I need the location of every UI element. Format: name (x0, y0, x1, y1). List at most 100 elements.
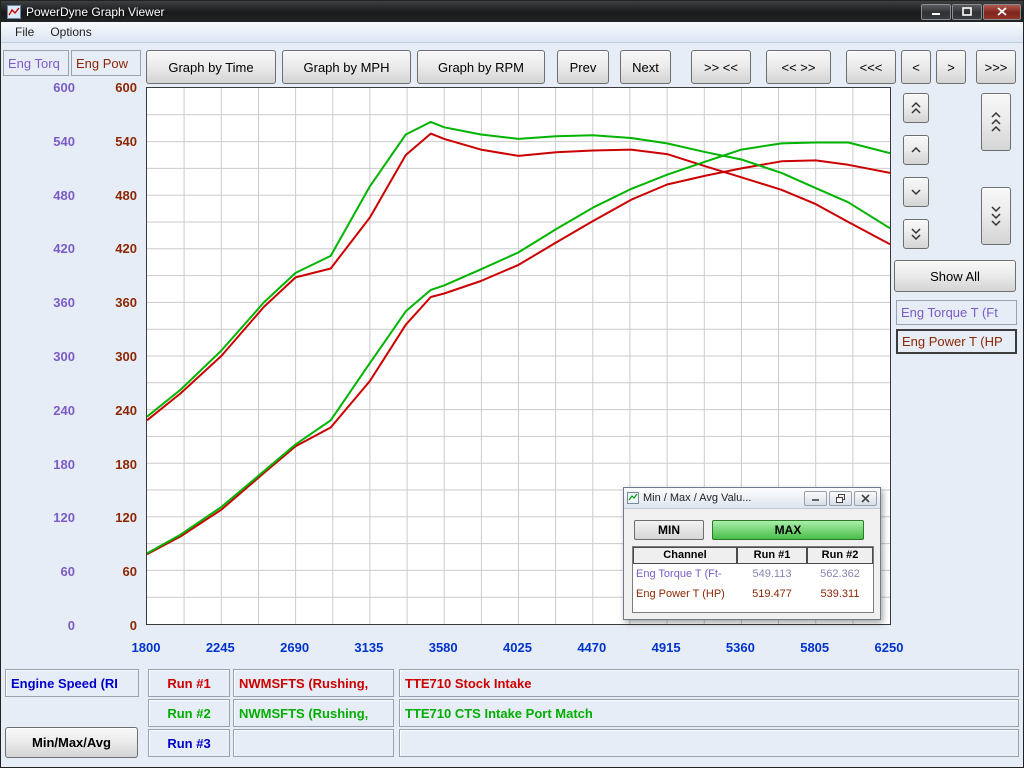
show-all-button[interactable]: Show All (894, 260, 1016, 292)
table-row-power: Eng Power T (HP) 519.477 539.311 (633, 584, 873, 604)
channel-name: Eng Torque T (Ft- (633, 568, 737, 580)
run3-operator (233, 729, 394, 757)
pan-far-right-button[interactable]: >>> (976, 50, 1016, 84)
restore-icon (836, 494, 845, 503)
minmax-close-button[interactable] (854, 491, 877, 506)
menu-bar: File Options (1, 22, 1024, 43)
minimize-icon (811, 494, 820, 502)
zoom-in-button[interactable]: >> << (691, 50, 751, 84)
minmax-minimize-button[interactable] (804, 491, 827, 506)
scale-down-button[interactable] (903, 177, 929, 207)
rpm-axis-ticks: 1800224526903135358040254470491553605805… (146, 640, 891, 658)
torque-tick-label: 240 (29, 403, 75, 418)
run1-label[interactable]: Run #1 (148, 669, 230, 697)
close-icon (861, 494, 870, 503)
header-run1[interactable]: Run #1 (737, 547, 807, 564)
scale-down-double-button[interactable] (903, 219, 929, 249)
torque-tick-label: 540 (29, 134, 75, 149)
scale-up-double-button[interactable] (903, 93, 929, 123)
menu-file[interactable]: File (7, 23, 42, 41)
window-title: PowerDyne Graph Viewer (26, 5, 165, 19)
torque-tick-label: 60 (29, 564, 75, 579)
close-button[interactable] (983, 4, 1021, 20)
close-icon (997, 7, 1007, 16)
run3-description (399, 729, 1019, 757)
tab-eng-torque[interactable]: Eng Torq (3, 50, 69, 76)
power-tick-label: 120 (93, 510, 137, 525)
run2-value: 562.362 (807, 568, 873, 580)
run1-operator: NWMSFTS (Rushing, (233, 669, 394, 697)
torque-tick-label: 360 (29, 295, 75, 310)
triple-chevron-up-icon (990, 111, 1002, 133)
minmax-window-icon (627, 492, 639, 504)
graph-by-time-button[interactable]: Graph by Time (146, 50, 276, 84)
page-down-button[interactable] (981, 187, 1011, 245)
app-icon (7, 5, 21, 19)
x-channel-box[interactable]: Engine Speed (RI (5, 669, 139, 697)
table-row-torque: Eng Torque T (Ft- 549.113 562.362 (633, 564, 873, 584)
run2-description: TTE710 CTS Intake Port Match (399, 699, 1019, 727)
torque-tick-label: 120 (29, 510, 75, 525)
rpm-tick-label: 6250 (864, 640, 914, 655)
minimize-icon (931, 7, 941, 16)
power-tick-label: 300 (93, 349, 137, 364)
run3-label[interactable]: Run #3 (148, 729, 230, 757)
pan-left-button[interactable]: < (901, 50, 931, 84)
power-tick-label: 180 (93, 457, 137, 472)
graph-by-rpm-button[interactable]: Graph by RPM (417, 50, 545, 84)
power-tick-label: 480 (93, 188, 137, 203)
graph-by-mph-button[interactable]: Graph by MPH (282, 50, 411, 84)
run1-value: 549.113 (737, 568, 807, 580)
torque-tick-label: 420 (29, 241, 75, 256)
rpm-tick-label: 4470 (567, 640, 617, 655)
channel-name: Eng Power T (HP) (633, 588, 737, 600)
power-axis-ticks: 060120180240300360420480540600 (93, 88, 137, 626)
window-controls (921, 4, 1021, 20)
prev-button[interactable]: Prev (557, 50, 609, 84)
torque-axis-ticks: 060120180240300360420480540600 (29, 88, 75, 626)
title-bar: PowerDyne Graph Viewer (1, 1, 1024, 22)
rpm-tick-label: 4025 (493, 640, 543, 655)
min-button[interactable]: MIN (634, 520, 704, 540)
minmax-title-bar[interactable]: Min / Max / Avg Valu... (624, 488, 880, 509)
power-tick-label: 240 (93, 403, 137, 418)
powerdyne-window: PowerDyne Graph Viewer File Options Eng … (0, 0, 1024, 768)
legend-eng-power[interactable]: Eng Power T (HP (896, 329, 1017, 354)
rpm-tick-label: 3580 (418, 640, 468, 655)
chevron-up-icon (910, 146, 922, 154)
torque-tick-label: 300 (29, 349, 75, 364)
run2-value: 539.311 (807, 588, 873, 600)
minmaxavg-button[interactable]: Min/Max/Avg (5, 727, 138, 758)
run1-value: 519.477 (737, 588, 807, 600)
tab-eng-power[interactable]: Eng Pow (71, 50, 141, 76)
power-tick-label: 0 (93, 618, 137, 633)
legend-eng-torque[interactable]: Eng Torque T (Ft (896, 300, 1017, 325)
torque-tick-label: 180 (29, 457, 75, 472)
maximize-button[interactable] (952, 4, 982, 20)
rpm-tick-label: 4915 (641, 640, 691, 655)
minmax-restore-button[interactable] (829, 491, 852, 506)
minmax-table: Channel Run #1 Run #2 Eng Torque T (Ft- … (632, 546, 874, 613)
run2-operator: NWMSFTS (Rushing, (233, 699, 394, 727)
header-run2[interactable]: Run #2 (807, 547, 873, 564)
torque-tick-label: 600 (29, 80, 75, 95)
power-tick-label: 420 (93, 241, 137, 256)
minmax-window[interactable]: Min / Max / Avg Valu... MIN MAX Channel … (623, 487, 881, 620)
pan-far-left-button[interactable]: <<< (846, 50, 896, 84)
max-button[interactable]: MAX (712, 520, 864, 540)
double-chevron-up-icon (910, 101, 922, 115)
minimize-button[interactable] (921, 4, 951, 20)
double-chevron-down-icon (910, 227, 922, 241)
menu-options[interactable]: Options (42, 23, 99, 41)
minmax-window-title: Min / Max / Avg Valu... (643, 492, 802, 504)
chevron-down-icon (910, 188, 922, 196)
page-up-button[interactable] (981, 93, 1011, 151)
maximize-icon (962, 7, 972, 16)
header-channel[interactable]: Channel (633, 547, 737, 564)
scale-up-button[interactable] (903, 135, 929, 165)
zoom-out-button[interactable]: << >> (766, 50, 831, 84)
next-button[interactable]: Next (620, 50, 671, 84)
run2-label[interactable]: Run #2 (148, 699, 230, 727)
rpm-tick-label: 3135 (344, 640, 394, 655)
pan-right-button[interactable]: > (936, 50, 966, 84)
